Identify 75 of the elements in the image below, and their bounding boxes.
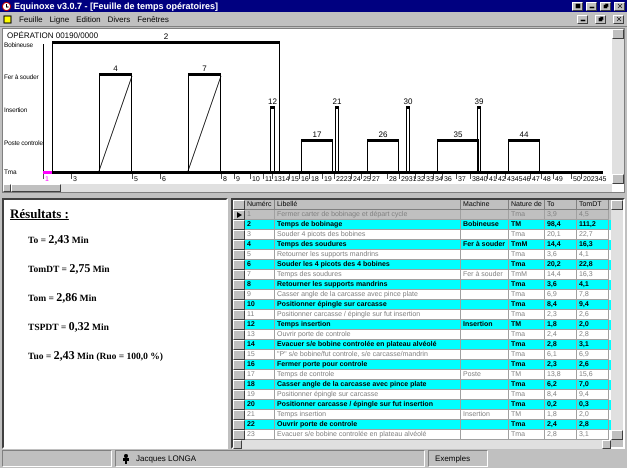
gantt-bar bbox=[367, 139, 399, 172]
result-line: Tom = 2,86 Min bbox=[28, 290, 98, 305]
row-header[interactable] bbox=[233, 320, 245, 330]
close-button[interactable] bbox=[614, 2, 625, 10]
row-header[interactable] bbox=[233, 260, 245, 270]
bar-label: 4 bbox=[113, 64, 118, 73]
row-header[interactable] bbox=[233, 220, 245, 230]
section-name: Exemples bbox=[435, 454, 470, 463]
bar-label: 44 bbox=[520, 130, 528, 139]
results-title: Résultats : bbox=[10, 206, 70, 222]
row-header[interactable] bbox=[233, 280, 245, 290]
bar-label: 17 bbox=[312, 130, 322, 139]
menu-item[interactable]: Ligne bbox=[50, 14, 70, 24]
menu-item[interactable]: Edition bbox=[76, 14, 101, 24]
result-line: TSPDT = 0,32 Min bbox=[28, 319, 110, 334]
bar-label: 35 bbox=[454, 130, 462, 139]
row-header[interactable] bbox=[233, 360, 245, 370]
close-button[interactable] bbox=[613, 14, 624, 24]
row-header[interactable] bbox=[233, 300, 245, 310]
gantt-bar bbox=[335, 106, 339, 172]
operation-label: OPÉRATION 00190/0000 bbox=[7, 31, 98, 40]
row-header[interactable] bbox=[233, 330, 245, 340]
bar-label: 26 bbox=[378, 130, 388, 139]
bar-label: 12 bbox=[268, 97, 277, 106]
result-line: Tuo = 2,43 Min (Ruo = 100,0 %) bbox=[28, 348, 164, 363]
bar-label: 30 bbox=[404, 97, 412, 106]
row-header[interactable] bbox=[233, 390, 245, 400]
highlight-segment bbox=[43, 171, 52, 174]
row-header[interactable] bbox=[233, 210, 245, 220]
result-line: To = 2,43 Min bbox=[28, 232, 90, 247]
vertical-scrollbar[interactable] bbox=[611, 200, 623, 440]
horizontal-scrollbar[interactable] bbox=[233, 440, 611, 449]
row-header[interactable] bbox=[233, 430, 245, 440]
row-header[interactable] bbox=[233, 400, 245, 410]
restore-icon bbox=[602, 3, 608, 9]
gantt-bar bbox=[301, 139, 333, 172]
row-header[interactable] bbox=[233, 310, 245, 320]
user-name: Jacques LONGA bbox=[136, 454, 196, 463]
close-icon bbox=[616, 16, 622, 22]
row-header[interactable] bbox=[233, 350, 245, 360]
row-header[interactable] bbox=[233, 340, 245, 350]
square-icon bbox=[574, 3, 580, 9]
horizontal-scrollbar[interactable] bbox=[3, 184, 612, 192]
row-header[interactable] bbox=[233, 250, 245, 260]
bar-label: 7 bbox=[202, 64, 207, 73]
row-header[interactable] bbox=[233, 370, 245, 380]
bar-label: 21 bbox=[332, 97, 342, 106]
gantt-bar bbox=[508, 139, 540, 172]
row-header[interactable] bbox=[233, 230, 245, 240]
row-header[interactable] bbox=[233, 380, 245, 390]
minimize-button[interactable] bbox=[586, 2, 597, 10]
menu-item[interactable]: Fenêtres bbox=[137, 14, 169, 24]
gantt-bar bbox=[406, 106, 410, 172]
restore-button[interactable] bbox=[600, 2, 611, 10]
close-icon bbox=[616, 3, 622, 9]
window-title: Equinoxe v3.0.7 - [Feuille de temps opératoires] bbox=[14, 1, 220, 11]
minimize-button[interactable] bbox=[577, 14, 588, 24]
bar-label: 39 bbox=[474, 97, 484, 106]
app-icon bbox=[2, 2, 11, 10]
row-header[interactable] bbox=[233, 240, 245, 250]
window-button[interactable] bbox=[572, 2, 583, 10]
restore-icon bbox=[598, 16, 604, 22]
row-header[interactable] bbox=[233, 290, 245, 300]
bar-label: 2 bbox=[164, 32, 168, 41]
row-header[interactable] bbox=[233, 270, 245, 280]
result-line: TomDT = 2,75 Min bbox=[28, 261, 111, 276]
menu-item[interactable]: Feuille bbox=[19, 14, 43, 24]
person-icon bbox=[122, 454, 130, 464]
vertical-scrollbar[interactable] bbox=[612, 29, 624, 184]
row-header[interactable] bbox=[233, 410, 245, 420]
menu-item[interactable]: Divers bbox=[108, 14, 130, 24]
row-header[interactable] bbox=[233, 420, 245, 430]
document-icon bbox=[3, 14, 12, 24]
row-pointer-icon bbox=[236, 212, 242, 218]
restore-button[interactable] bbox=[595, 14, 606, 24]
